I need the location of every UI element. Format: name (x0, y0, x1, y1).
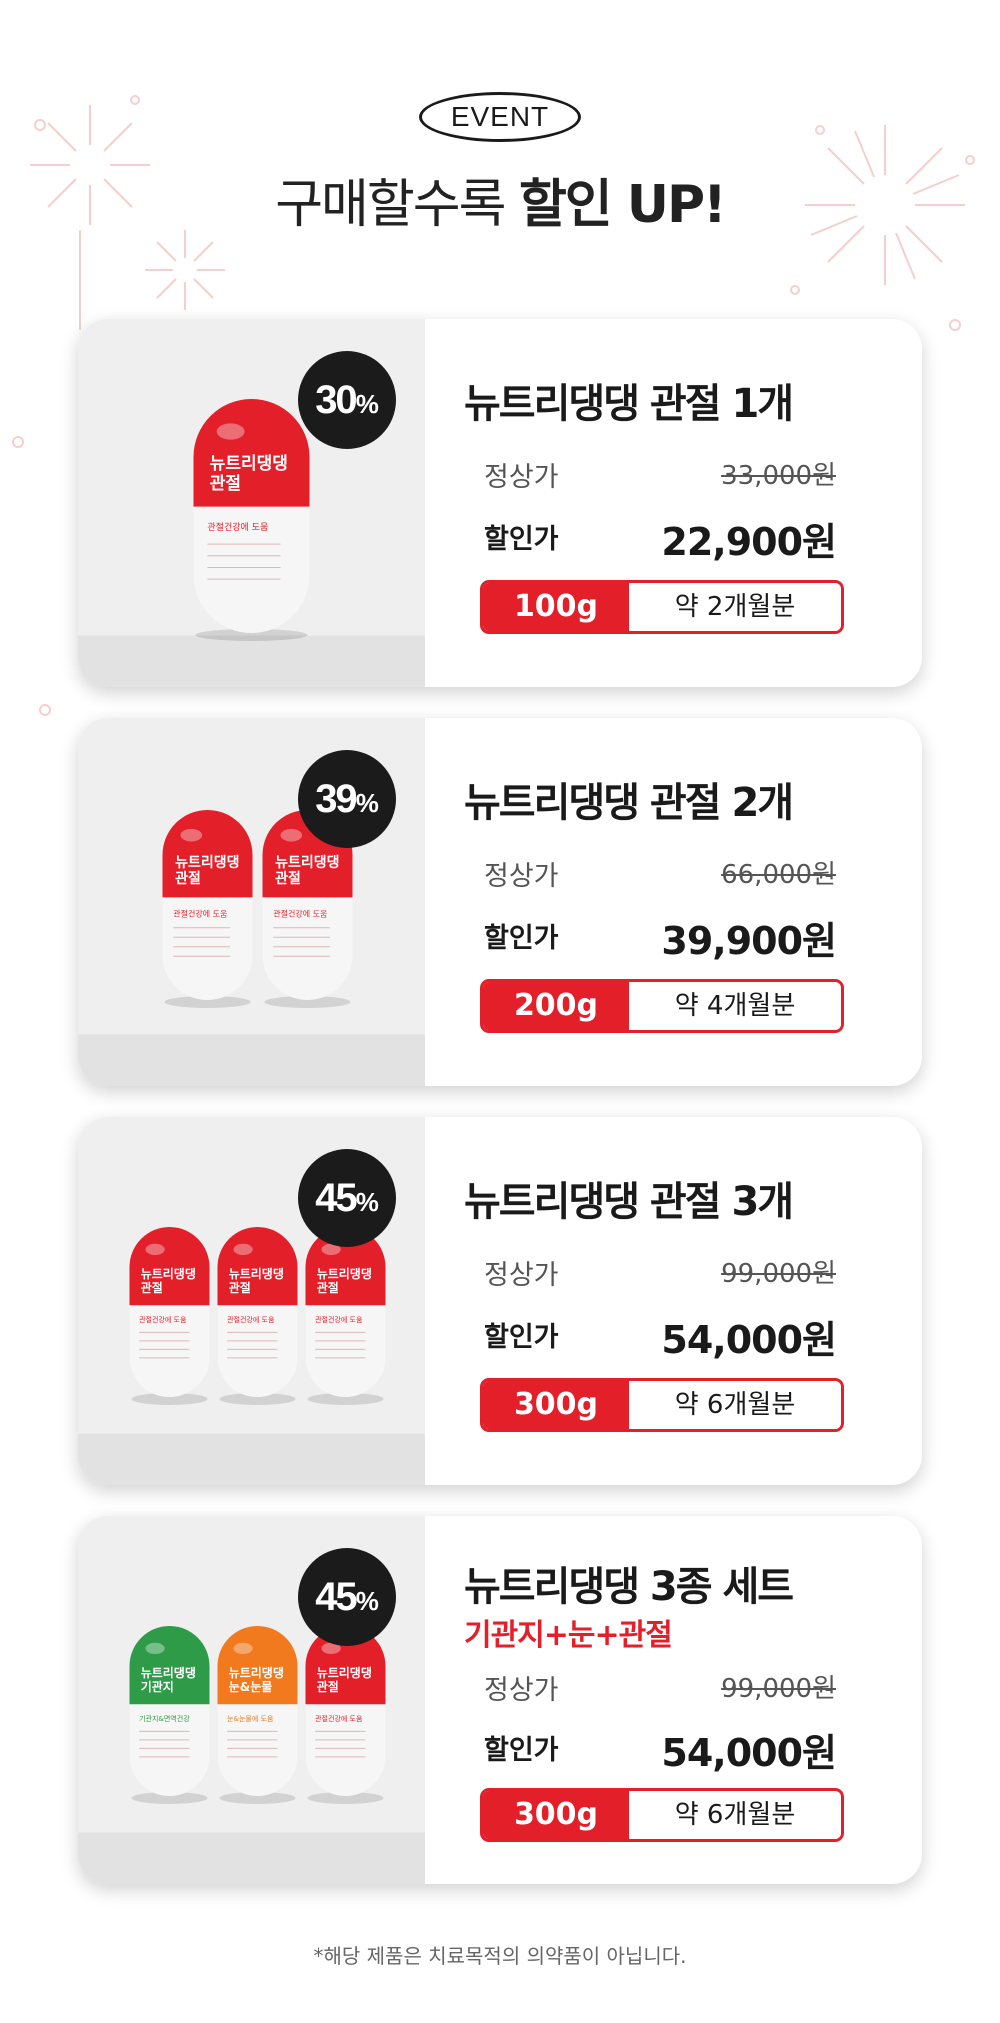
regular-price: 99,000원 (721, 1674, 836, 1704)
pill-type-text: 관절 (229, 1280, 251, 1295)
product-title: 뉴트리댕댕 3종 세트 (464, 1564, 794, 1610)
spec-box: 100g 약 2개월분 (480, 580, 844, 634)
product-subtitle: 기관지+눈+관절 (464, 1618, 673, 1653)
product-card-1[interactable]: 뉴트리댕댕 관절관절건강에 도움 30% 뉴트리댕댕 관절 1개 정상가 33,0… (78, 319, 922, 687)
discount-badge: 39% (298, 750, 396, 848)
product-card-3[interactable]: 뉴트리댕댕 관절 관절건강에 도움 뉴트리댕댕 관절 관절건강에 도움 뉴트리댕댕 관절 관절건… (78, 1117, 922, 1485)
regular-price-label: 정상가 (484, 462, 559, 493)
pill-type-text: 관절 (275, 870, 301, 887)
sale-price-label: 할인가 (484, 1322, 559, 1353)
pill-bottle-orange: 뉴트리댕댕눈&눈물눈&눈물에 도움 (217, 1626, 298, 1804)
regular-price: 99,000원 (721, 1259, 836, 1289)
headline-bold: 할인 UP! (518, 175, 727, 235)
spec-box: 300g 약 6개월분 (480, 1378, 844, 1432)
event-pill: EVENT (419, 92, 581, 142)
discount-badge: 45% (298, 1149, 396, 1247)
sale-price: 22,900원 (661, 520, 837, 564)
sale-price-label: 할인가 (484, 923, 559, 954)
product-photo: 뉴트리댕댕 관절관절건강에 도움 30% (78, 319, 425, 687)
pill-brand-text: 뉴트리댕댕 (210, 454, 288, 474)
product-info: 뉴트리댕댕 관절 2개 정상가 66,000원 할인가 39,900원 200g… (464, 718, 874, 1086)
event-header: EVENT 구매할수록 할인 UP! (0, 92, 1000, 237)
weight: 300g (483, 1381, 629, 1429)
duration: 약 6개월분 (629, 1791, 841, 1839)
product-info: 뉴트리댕댕 관절 1개 정상가 33,000원 할인가 22,900원 100g… (464, 319, 874, 687)
discount-badge: 30% (298, 351, 396, 449)
product-info: 뉴트리댕댕 3종 세트 기관지+눈+관절 정상가 99,000원 할인가 54,… (464, 1516, 874, 1884)
pill-band-text: 관절건강에 도움 (139, 1315, 187, 1324)
product-title: 뉴트리댕댕 관절 1개 (464, 381, 794, 427)
pill-bottle-red: 뉴트리댕댕관절관절건강에 도움 (305, 1227, 386, 1405)
pill-band-text: 관절건강에 도움 (173, 908, 227, 918)
sale-price-label: 할인가 (484, 524, 559, 555)
pill-brand-text: 뉴트리댕댕 (229, 1665, 284, 1680)
spec-box: 200g 약 4개월분 (480, 979, 844, 1033)
sale-price: 54,000원 (661, 1731, 837, 1775)
discount-badge: 45% (298, 1548, 396, 1646)
pill-bottle-green: 뉴트리댕댕기관지기관지&면역건강 (129, 1626, 210, 1804)
product-card-4[interactable]: 뉴트리댕댕 기관지 기관지&면역건강 뉴트리댕댕 눈&눈물 눈&눈물에 도움 뉴트리댕댕 관절… (78, 1516, 922, 1884)
weight: 100g (483, 583, 629, 631)
pill-band-text: 관절건강에 도움 (207, 521, 268, 533)
product-photo: 뉴트리댕댕 관절 관절건강에 도움 뉴트리댕댕 관절 관절건강에 도움 뉴트리댕댕 관절 관절건… (78, 1117, 425, 1485)
duration: 약 2개월분 (629, 583, 841, 631)
headline-regular: 구매할수록 (275, 175, 506, 235)
product-photo: 뉴트리댕댕 관절 관절건강에 도움 뉴트리댕댕 관절 관절건강에 도움 39% (78, 718, 425, 1086)
pill-type-text: 관절 (175, 870, 201, 887)
regular-price: 33,000원 (721, 461, 836, 491)
pill-brand-text: 뉴트리댕댕 (317, 1266, 372, 1281)
product-title: 뉴트리댕댕 관절 2개 (464, 780, 794, 826)
pill-band-text: 눈&눈물에 도움 (227, 1714, 274, 1723)
weight: 200g (483, 982, 629, 1030)
pill-band-text: 관절건강에 도움 (227, 1315, 275, 1324)
pill-type-text: 관절 (317, 1679, 339, 1694)
pill-bottle-red: 뉴트리댕댕관절관절건강에 도움 (305, 1626, 386, 1804)
product-card-2[interactable]: 뉴트리댕댕 관절 관절건강에 도움 뉴트리댕댕 관절 관절건강에 도움 39% 뉴트리댕댕… (78, 718, 922, 1086)
regular-price: 66,000원 (721, 860, 836, 890)
pill-band-text: 관절건강에 도움 (273, 908, 327, 918)
pill-band-text: 관절건강에 도움 (315, 1714, 363, 1723)
pill-bottle-red: 뉴트리댕댕관절관절건강에 도움 (129, 1227, 210, 1405)
disclaimer: *해당 제품은 치료목적의 의약품이 아닙니다. (313, 1944, 687, 1968)
pill-type-text: 기관지 (141, 1679, 174, 1694)
sale-price: 39,900원 (661, 919, 837, 963)
pill-bottle-red: 뉴트리댕댕관절관절건강에 도움 (162, 810, 253, 1008)
pill-brand-text: 뉴트리댕댕 (275, 854, 339, 871)
pill-bottle-red: 뉴트리댕댕관절관절건강에 도움 (193, 399, 310, 641)
duration: 약 6개월분 (629, 1381, 841, 1429)
pill-brand-text: 뉴트리댕댕 (175, 854, 239, 871)
regular-price-label: 정상가 (484, 1260, 559, 1291)
pill-brand-text: 뉴트리댕댕 (141, 1665, 196, 1680)
duration: 약 4개월분 (629, 982, 841, 1030)
regular-price-label: 정상가 (484, 1675, 559, 1706)
sale-price: 54,000원 (661, 1318, 837, 1362)
pill-brand-text: 뉴트리댕댕 (229, 1266, 284, 1281)
regular-price-label: 정상가 (484, 861, 559, 892)
spec-box: 300g 약 6개월분 (480, 1788, 844, 1842)
pill-type-text: 관절 (317, 1280, 339, 1295)
pill-brand-text: 뉴트리댕댕 (317, 1665, 372, 1680)
product-info: 뉴트리댕댕 관절 3개 정상가 99,000원 할인가 54,000원 300g… (464, 1117, 874, 1485)
pill-type-text: 눈&눈물 (229, 1680, 273, 1694)
page-headline: 구매할수록 할인 UP! (0, 162, 1000, 237)
pill-brand-text: 뉴트리댕댕 (141, 1266, 196, 1281)
pill-type-text: 관절 (210, 473, 241, 494)
pill-bottle-red: 뉴트리댕댕관절관절건강에 도움 (217, 1227, 298, 1405)
sale-price-label: 할인가 (484, 1735, 559, 1766)
product-title: 뉴트리댕댕 관절 3개 (464, 1179, 794, 1225)
product-photo: 뉴트리댕댕 기관지 기관지&면역건강 뉴트리댕댕 눈&눈물 눈&눈물에 도움 뉴트리댕댕 관절… (78, 1516, 425, 1884)
pill-type-text: 관절 (141, 1280, 163, 1295)
pill-band-text: 관절건강에 도움 (315, 1315, 363, 1324)
pill-band-text: 기관지&면역건강 (139, 1714, 190, 1723)
weight: 300g (483, 1791, 629, 1839)
